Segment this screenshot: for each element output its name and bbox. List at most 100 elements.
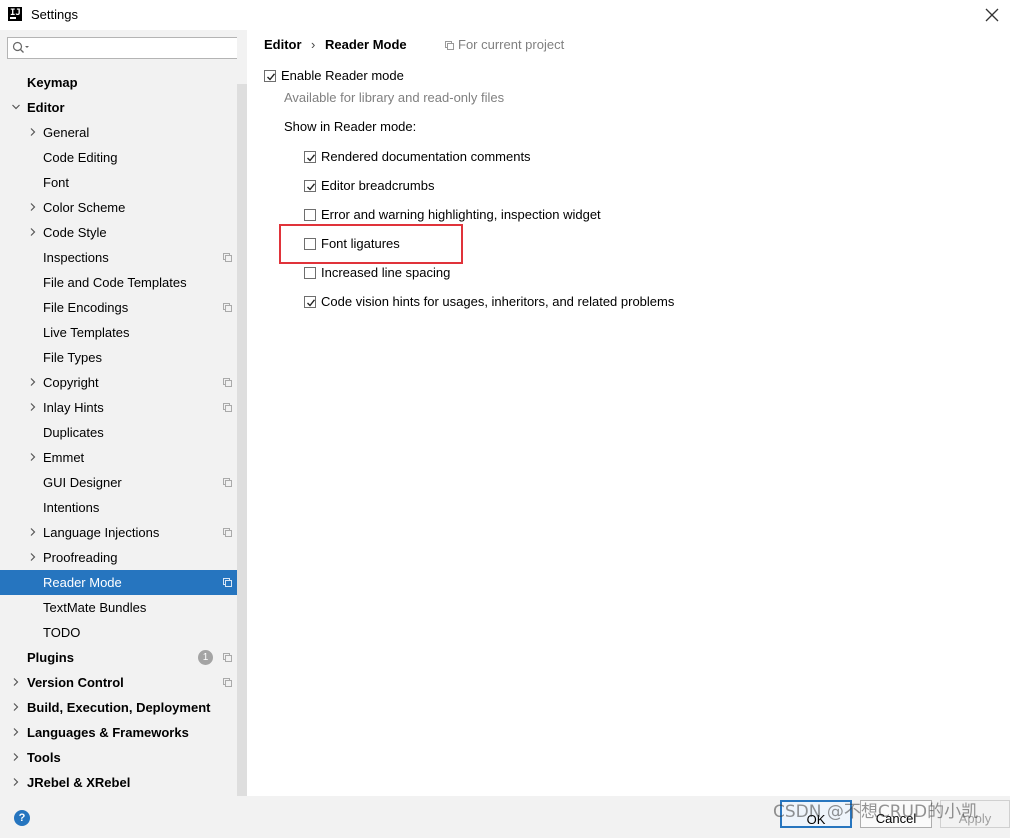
project-scope-icon [223, 478, 232, 487]
sidebar-item-language-injections[interactable]: Language Injections [0, 520, 237, 545]
sidebar-item-label: Intentions [43, 500, 100, 515]
sidebar-item-label: Keymap [27, 75, 78, 90]
sidebar-item-label: Languages & Frameworks [27, 725, 189, 740]
sidebar-item-proofreading[interactable]: Proofreading [0, 545, 237, 570]
sidebar-item-label: Version Control [27, 675, 124, 690]
sidebar-item-label: Emmet [43, 450, 85, 465]
checkmark-icon [267, 73, 276, 81]
chevron-right-icon[interactable] [29, 403, 37, 411]
sidebar-item-file-types[interactable]: File Types [0, 345, 237, 370]
chevron-right-icon[interactable] [29, 553, 37, 561]
sidebar-item-tools[interactable]: Tools [0, 745, 237, 770]
chevron-right-icon[interactable] [12, 678, 20, 686]
checkbox-box[interactable] [304, 267, 316, 279]
breadcrumb-editor[interactable]: Editor [264, 37, 309, 52]
option-label: Increased line spacing [321, 265, 451, 280]
chevron-right-icon[interactable] [29, 378, 37, 386]
checkbox-box[interactable] [304, 209, 316, 221]
sidebar-item-build-execution-deployment[interactable]: Build, Execution, Deployment [0, 695, 237, 720]
chevron-right-icon[interactable] [12, 753, 20, 761]
help-icon[interactable]: ? [14, 810, 30, 826]
checkbox-box[interactable] [304, 296, 316, 308]
sidebar-item-live-templates[interactable]: Live Templates [0, 320, 237, 345]
chevron-right-icon[interactable] [12, 778, 20, 786]
title-bar: IJ Settings [0, 0, 1010, 30]
settings-search-box[interactable] [7, 37, 241, 59]
close-button[interactable] [974, 0, 1010, 30]
checkmark-icon [307, 154, 316, 162]
sidebar-item-label: File and Code Templates [43, 275, 187, 290]
project-scope-icon [223, 528, 232, 537]
sidebar-item-label: Inlay Hints [43, 400, 104, 415]
chevron-right-icon[interactable] [12, 703, 20, 711]
sidebar-item-label: Color Scheme [43, 200, 126, 215]
search-input[interactable] [34, 40, 238, 56]
sidebar-item-label: Duplicates [43, 425, 104, 440]
chevron-right-icon[interactable] [29, 528, 37, 536]
sidebar-item-label: Inspections [43, 250, 109, 265]
sidebar-item-color-scheme[interactable]: Color Scheme [0, 195, 237, 220]
project-scope-icon [223, 303, 232, 312]
sidebar-item-plugins[interactable]: Plugins 1 [0, 645, 237, 670]
sidebar-item-intentions[interactable]: Intentions [0, 495, 237, 520]
checkmark-icon [307, 299, 316, 307]
sidebar-item-label: Copyright [43, 375, 99, 390]
sidebar-item-inspections[interactable]: Inspections [0, 245, 237, 270]
chevron-right-icon[interactable] [29, 453, 37, 461]
sidebar-item-duplicates[interactable]: Duplicates [0, 420, 237, 445]
sidebar-item-inlay-hints[interactable]: Inlay Hints [0, 395, 237, 420]
sidebar-item-jrebel-xrebel[interactable]: JRebel & XRebel [0, 770, 237, 795]
sidebar-item-emmet[interactable]: Emmet [0, 445, 237, 470]
close-icon [985, 8, 999, 22]
sidebar-item-label: Proofreading [43, 550, 118, 565]
sidebar-item-copyright[interactable]: Copyright [0, 370, 237, 395]
chevron-right-icon[interactable] [29, 128, 37, 136]
updates-count-badge: 1 [198, 650, 213, 665]
chevron-down-icon[interactable] [12, 103, 20, 111]
sidebar-item-todo[interactable]: TODO [0, 620, 237, 645]
sidebar-item-label: Editor [27, 100, 65, 115]
checkbox-box[interactable] [304, 180, 316, 192]
sidebar-item-reader-mode[interactable]: Reader Mode [0, 570, 247, 595]
sidebar-item-languages-frameworks[interactable]: Languages & Frameworks [0, 720, 237, 745]
sidebar-item-keymap[interactable]: Keymap [0, 70, 237, 95]
sidebar-item-label: File Types [43, 350, 103, 365]
intellij-app-icon: IJ [8, 7, 22, 21]
sidebar-item-gui-designer[interactable]: GUI Designer [0, 470, 237, 495]
sidebar-item-label: TODO [43, 625, 81, 640]
sidebar-scrollbar-thumb[interactable] [237, 84, 247, 796]
sidebar-item-code-editing[interactable]: Code Editing [0, 145, 237, 170]
window-title: Settings [31, 7, 78, 22]
sidebar-item-general[interactable]: General [0, 120, 237, 145]
sidebar-item-label: Font [43, 175, 70, 190]
chevron-right-icon[interactable] [29, 203, 37, 211]
checkbox-box[interactable] [264, 70, 276, 82]
enable-reader-mode-label: Enable Reader mode [281, 68, 404, 83]
sidebar-item-textmate-bundles[interactable]: TextMate Bundles [0, 595, 237, 620]
scope-label: For current project [458, 37, 565, 52]
chevron-right-icon[interactable] [12, 728, 20, 736]
sidebar-item-label: Language Injections [43, 525, 160, 540]
sidebar-item-version-control[interactable]: Version Control [0, 670, 237, 695]
sidebar-item-label: File Encodings [43, 300, 129, 315]
sidebar-item-font[interactable]: Font [0, 170, 237, 195]
reader-mode-settings-panel: Editor › Reader Mode For current project… [247, 30, 1010, 796]
project-scope-icon [223, 678, 232, 687]
sidebar-item-label: Tools [27, 750, 61, 765]
settings-sidebar: Keymap Editor General Code Editing Font Color… [0, 30, 247, 826]
sidebar-item-label: General [43, 125, 90, 140]
sidebar-item-label: Build, Execution, Deployment [27, 700, 211, 715]
sidebar-item-editor[interactable]: Editor [0, 95, 237, 120]
sidebar-item-file-encodings[interactable]: File Encodings [0, 295, 237, 320]
font-ligatures-annotation-box [279, 224, 463, 264]
sidebar-item-code-style[interactable]: Code Style [0, 220, 237, 245]
show-in-reader-mode-heading: Show in Reader mode: [284, 119, 417, 134]
sidebar-item-file-and-code-templates[interactable]: File and Code Templates [0, 270, 237, 295]
project-scope-icon [223, 253, 232, 262]
breadcrumb-separator: › [311, 37, 316, 52]
chevron-right-icon[interactable] [29, 228, 37, 236]
sidebar-item-label: GUI Designer [43, 475, 122, 490]
sidebar-item-label: Reader Mode [43, 575, 122, 590]
option-label: Rendered documentation comments [321, 149, 531, 164]
checkbox-box[interactable] [304, 151, 316, 163]
